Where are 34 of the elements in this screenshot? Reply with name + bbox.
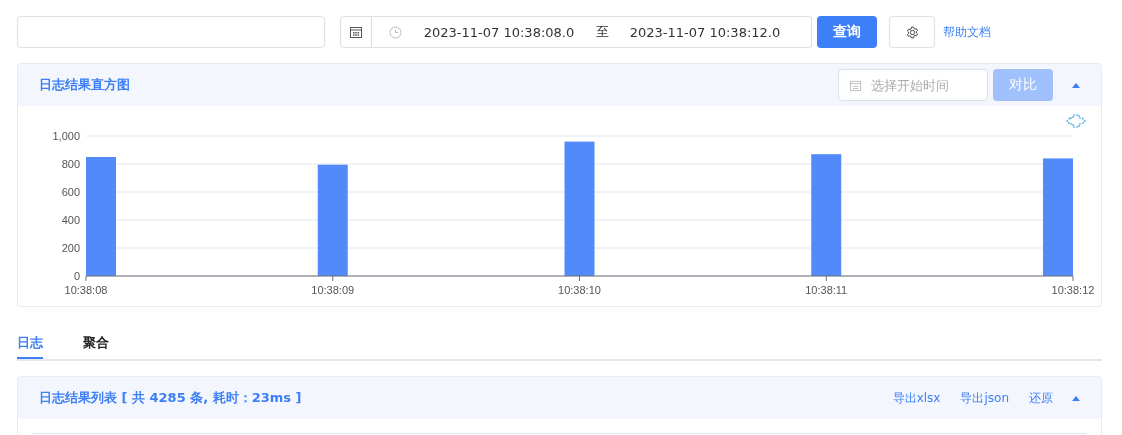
calendar-button[interactable]	[340, 16, 372, 48]
panel-title: 日志结果直方图	[39, 76, 130, 94]
y-tick-label: 1,000	[52, 130, 80, 142]
x-tick-label: 10:38:10	[558, 284, 601, 296]
tab[interactable]: 日志	[17, 329, 43, 359]
y-tick-label: 0	[73, 270, 80, 282]
action-link[interactable]: 导出json	[960, 389, 1009, 407]
y-tick-label: 800	[61, 158, 80, 170]
tab[interactable]: 聚合	[83, 329, 109, 359]
x-tick-label: 10:38:09	[311, 284, 355, 296]
settings-icon	[905, 25, 919, 39]
panel-title: 日志结果列表 [ 共 4285 条, 耗时：23ms ]	[39, 389, 302, 407]
calendar-icon	[349, 25, 363, 39]
help-link[interactable]: 帮助文档	[943, 23, 991, 41]
start-time-field[interactable]: 选择开始时间	[838, 69, 988, 101]
start-time: 2023-11-07 10:38:08.0	[422, 24, 576, 40]
end-time: 2023-11-07 10:38:12.0	[628, 24, 782, 40]
date-range-field[interactable]: 2023-11-07 10:38:08.0 至 2023-11-07 10:38:12.0	[372, 16, 812, 48]
range-separator: 至	[594, 23, 610, 41]
y-tick-label: 200	[61, 242, 80, 254]
query-button[interactable]: 查询	[817, 16, 877, 48]
settings-button[interactable]	[889, 16, 935, 48]
collapse-icon[interactable]	[1071, 82, 1081, 88]
collapse-icon[interactable]	[1071, 395, 1081, 401]
x-tick-label: 10:38:08	[64, 284, 108, 296]
clock-icon	[389, 25, 402, 39]
x-tick-label: 10:38:11	[805, 284, 848, 296]
search-field[interactable]	[17, 16, 325, 48]
y-tick-label: 600	[61, 186, 80, 198]
action-link[interactable]: 导出xlsx	[892, 389, 941, 407]
y-tick-label: 400	[61, 214, 80, 226]
x-tick-label: 10:38:12	[1051, 284, 1095, 296]
fullscreen-icon[interactable]	[1066, 114, 1086, 128]
action-link[interactable]: 还原	[1029, 389, 1053, 407]
